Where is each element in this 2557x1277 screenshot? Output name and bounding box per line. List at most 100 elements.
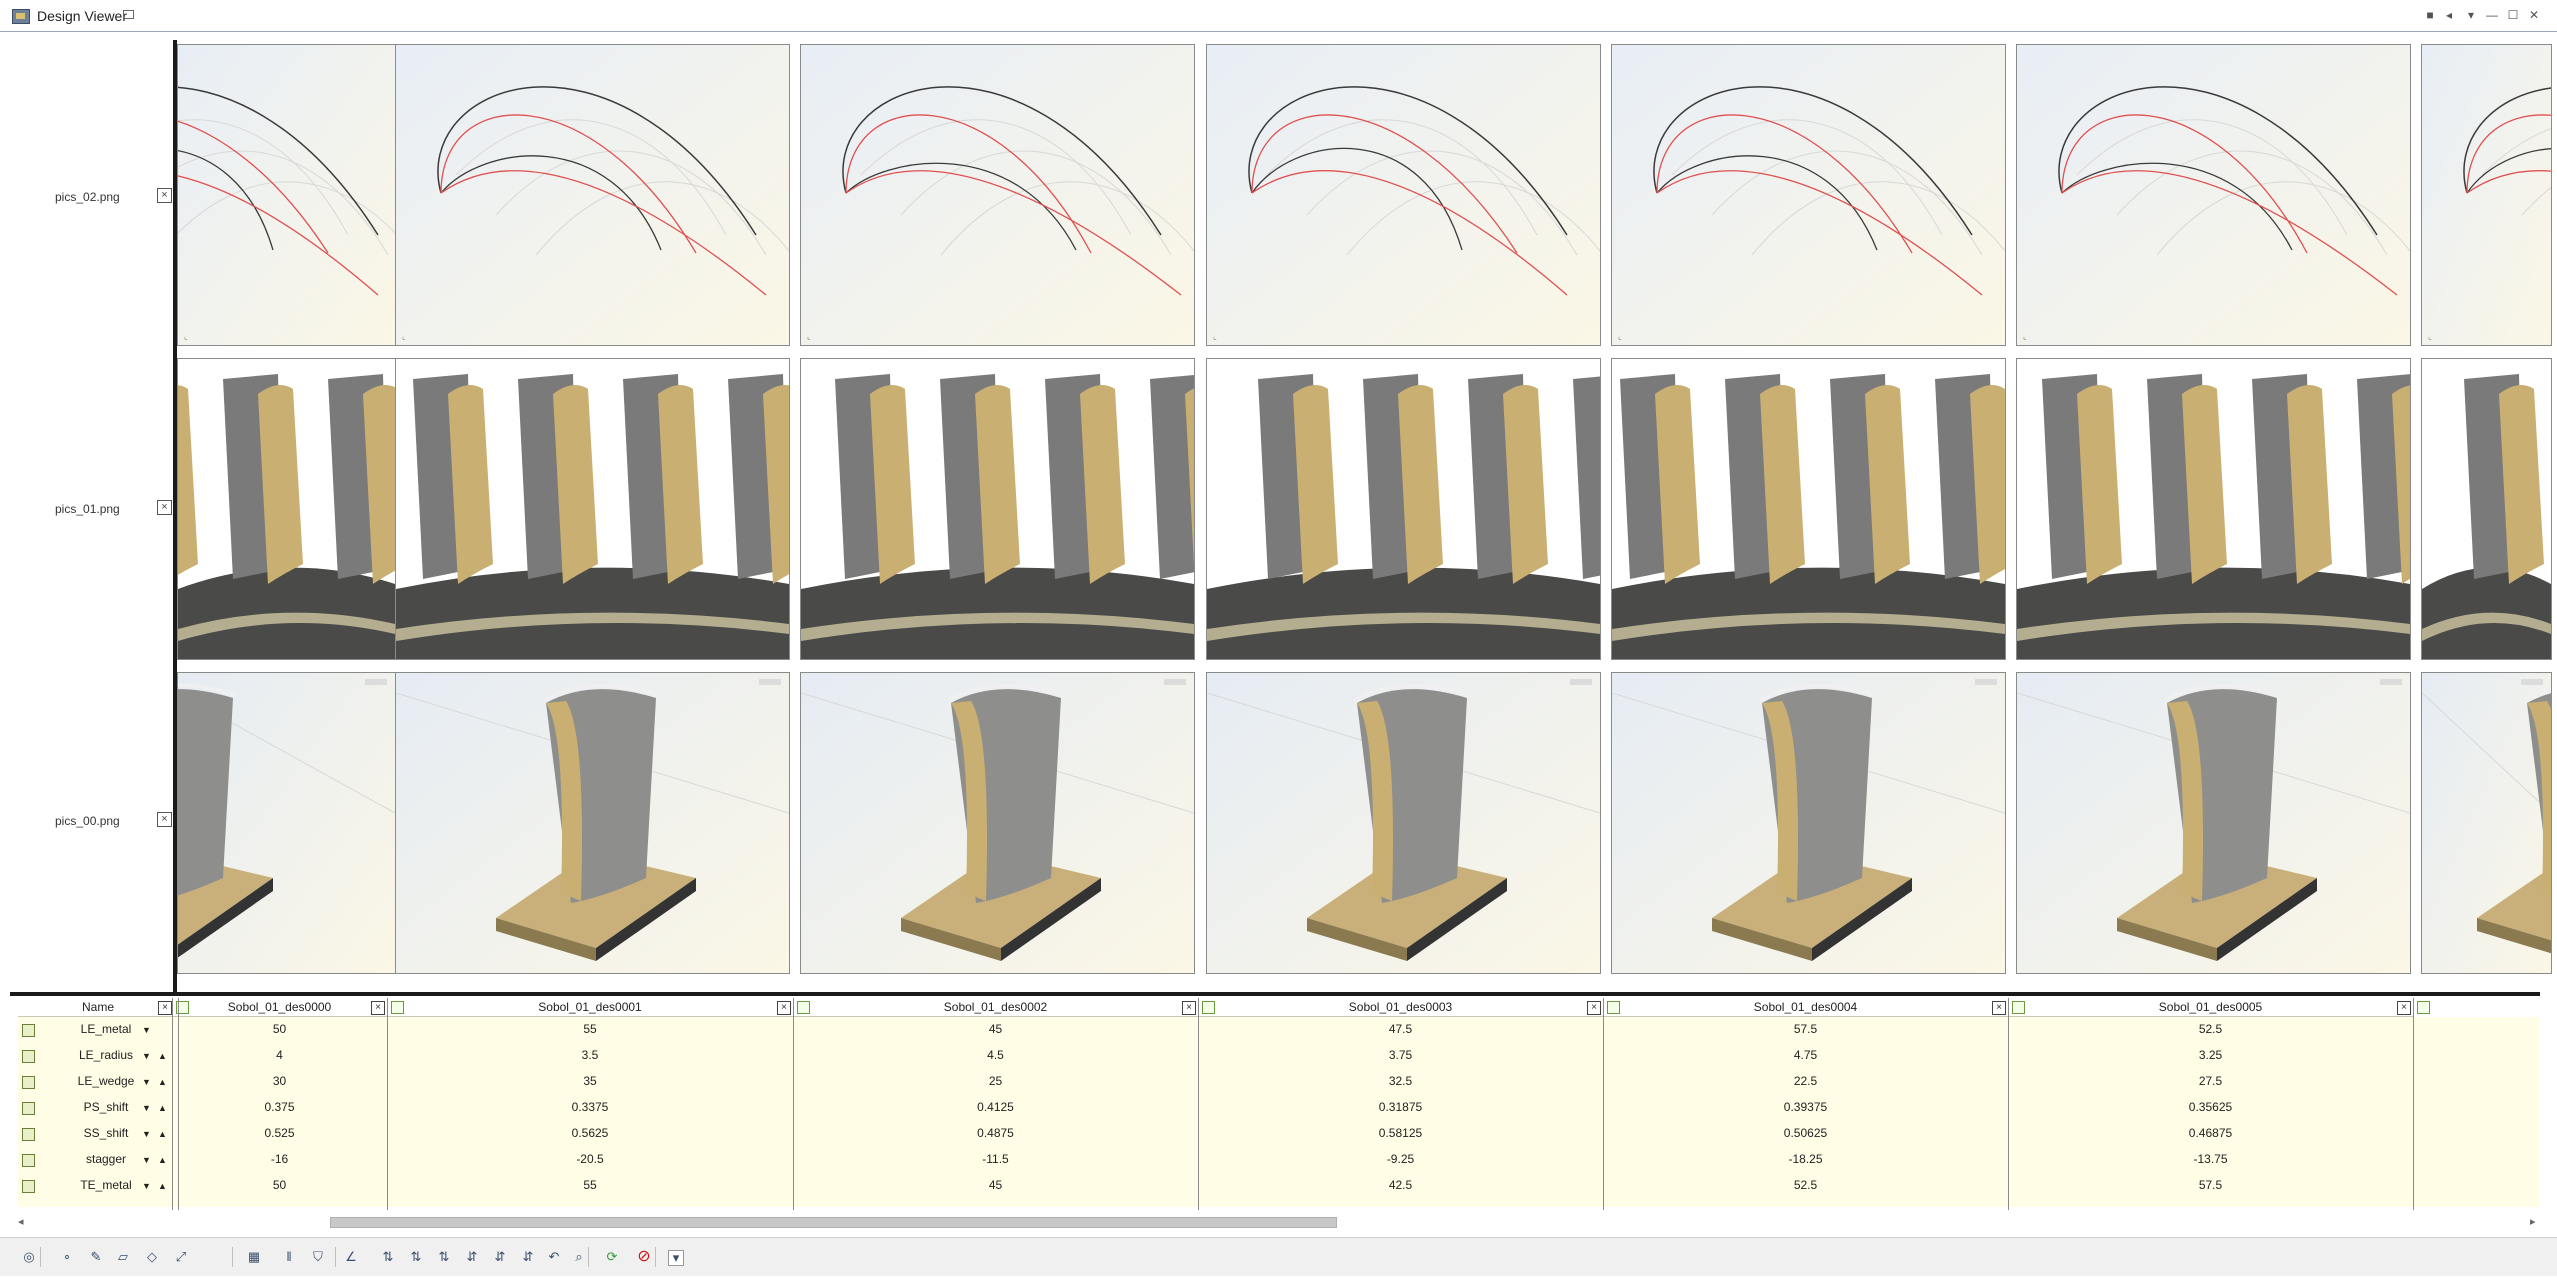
undo-icon[interactable]: ↶ <box>545 1248 563 1266</box>
thumbnail-blade[interactable] <box>1206 672 1601 974</box>
curve-icon[interactable]: ⤢ <box>172 1248 190 1266</box>
sort-down-icon[interactable]: ▼ <box>142 1181 151 1191</box>
thumbnail-cascade[interactable] <box>1206 358 1601 660</box>
thumbnail-profile[interactable]: ⌞ <box>2421 44 2552 346</box>
remove-name-column-icon[interactable]: × <box>158 1001 172 1015</box>
remove-row-icon[interactable]: × <box>157 500 172 515</box>
zoom-icon[interactable]: ⌕ <box>570 1248 588 1266</box>
remove-column-icon[interactable]: × <box>2397 1001 2411 1015</box>
sort-y3-icon[interactable]: ⇵ <box>519 1248 537 1266</box>
sort-x2-icon[interactable]: ⇅ <box>407 1248 425 1266</box>
table-cell[interactable]: 45 <box>793 1173 1198 1198</box>
column-select-checkbox[interactable] <box>1202 1001 1215 1014</box>
sort-down-icon[interactable]: ▼ <box>142 1025 151 1035</box>
table-cell[interactable]: 50 <box>172 1173 387 1198</box>
float-window-icon[interactable] <box>123 10 134 19</box>
table-cell[interactable]: 0.46875 <box>2008 1121 2413 1146</box>
table-cell[interactable]: -18.25 <box>1603 1147 2008 1172</box>
sort-up-icon[interactable]: ▲ <box>158 1155 167 1165</box>
column-select-checkbox[interactable] <box>2012 1001 2025 1014</box>
table-cell[interactable]: -13.75 <box>2008 1147 2413 1172</box>
thumbnail-cascade[interactable] <box>177 358 396 660</box>
thumbnail-profile[interactable]: ⌞ <box>395 44 790 346</box>
column-header[interactable]: Sobol_01_des0000 <box>172 998 387 1017</box>
thumbnail-profile[interactable]: ⌞ <box>2016 44 2411 346</box>
table-cell[interactable]: 4.75 <box>1603 1043 2008 1068</box>
table-cell[interactable]: 4 <box>172 1043 387 1068</box>
table-cell[interactable]: 57.5 <box>1603 1017 2008 1042</box>
column-select-checkbox[interactable] <box>391 1001 404 1014</box>
sort-up-icon[interactable]: ▲ <box>158 1077 167 1087</box>
table-cell[interactable]: 57.5 <box>2008 1173 2413 1198</box>
thumbnail-profile[interactable]: ⌞ <box>1206 44 1601 346</box>
thumbnail-blade[interactable] <box>395 672 790 974</box>
dropdown-icon[interactable]: ▾ <box>2462 6 2480 24</box>
sort-x1-icon[interactable]: ⇅ <box>379 1248 397 1266</box>
column-header[interactable]: Sobol_01_des0001 <box>387 998 793 1017</box>
thumbnail-blade[interactable] <box>2421 672 2552 974</box>
scrollbar-thumb[interactable] <box>330 1217 1337 1228</box>
sort-y1-icon[interactable]: ⇵ <box>463 1248 481 1266</box>
table-cell[interactable]: 0.39375 <box>1603 1095 2008 1120</box>
table-cell[interactable]: 47.5 <box>1198 1017 1603 1042</box>
table-cell[interactable]: -16 <box>172 1147 387 1172</box>
table-cell[interactable]: 52.5 <box>1603 1173 2008 1198</box>
table-cell[interactable]: 22.5 <box>1603 1069 2008 1094</box>
refresh-icon[interactable]: ⟳ <box>603 1248 621 1266</box>
table-cell[interactable]: -20.5 <box>387 1147 793 1172</box>
horizontal-scrollbar[interactable]: ◂ ▸ <box>10 1213 2550 1231</box>
table-cell[interactable]: 3.25 <box>2008 1043 2413 1068</box>
table-cell[interactable]: 52.5 <box>2008 1017 2413 1042</box>
table-cell[interactable]: 3.75 <box>1198 1043 1603 1068</box>
table-cell[interactable]: 32.5 <box>1198 1069 1603 1094</box>
thumbnail-blade[interactable] <box>2016 672 2411 974</box>
remove-column-icon[interactable]: × <box>371 1001 385 1015</box>
sort-down-icon[interactable]: ▼ <box>142 1051 151 1061</box>
remove-row-icon[interactable]: × <box>157 188 172 203</box>
column-header[interactable]: Sobol_01_des0005 <box>2008 998 2413 1017</box>
stop-icon[interactable]: ⊘ <box>635 1248 653 1266</box>
column-divider[interactable] <box>2413 998 2414 1210</box>
table-cell[interactable]: 55 <box>387 1173 793 1198</box>
more-icon[interactable]: ▾ <box>668 1250 684 1266</box>
pencil-icon[interactable]: ✎ <box>87 1248 105 1266</box>
thumbnail-blade[interactable] <box>800 672 1195 974</box>
settings-icon[interactable]: ◎ <box>20 1248 38 1266</box>
column-header[interactable]: Sobol_01_des0003 <box>1198 998 1603 1017</box>
table-cell[interactable]: 30 <box>172 1069 387 1094</box>
thumbnail-blade[interactable] <box>1611 672 2006 974</box>
thumbnail-blade[interactable] <box>177 672 396 974</box>
thumbnail-profile[interactable]: ⌞ <box>800 44 1195 346</box>
table-cell[interactable]: 0.4125 <box>793 1095 1198 1120</box>
thumbnail-profile[interactable]: ⌞ <box>1611 44 2006 346</box>
table-cell[interactable]: -9.25 <box>1198 1147 1603 1172</box>
shape-icon[interactable]: ⛉ <box>309 1248 327 1266</box>
thumbnail-cascade[interactable] <box>2016 358 2411 660</box>
thumbnail-cascade[interactable] <box>395 358 790 660</box>
table-cell[interactable]: 0.50625 <box>1603 1121 2008 1146</box>
thumbnail-cascade[interactable] <box>2421 358 2552 660</box>
maximize-icon[interactable]: ☐ <box>2504 6 2522 24</box>
sort-up-icon[interactable]: ▲ <box>158 1129 167 1139</box>
remove-column-icon[interactable]: × <box>1992 1001 2006 1015</box>
thumbnail-cascade[interactable] <box>800 358 1195 660</box>
table-cell[interactable]: 27.5 <box>2008 1069 2413 1094</box>
table-cell[interactable]: 4.5 <box>793 1043 1198 1068</box>
table-cell[interactable]: 0.5625 <box>387 1121 793 1146</box>
stop-icon[interactable]: ■ <box>2421 6 2439 24</box>
minimize-icon[interactable]: — <box>2483 6 2501 24</box>
grid-icon[interactable]: ▦ <box>245 1248 263 1266</box>
horizontal-splitter[interactable] <box>10 992 2540 996</box>
surface-icon[interactable]: ▱ <box>114 1248 132 1266</box>
table-cell[interactable]: 25 <box>793 1069 1198 1094</box>
column-select-checkbox[interactable] <box>1607 1001 1620 1014</box>
sort-down-icon[interactable]: ▼ <box>142 1129 151 1139</box>
table-cell[interactable]: 50 <box>172 1017 387 1042</box>
remove-column-icon[interactable]: × <box>777 1001 791 1015</box>
remove-column-icon[interactable]: × <box>1587 1001 1601 1015</box>
scroll-left-icon[interactable]: ◂ <box>18 1215 24 1228</box>
table-cell[interactable]: 0.4875 <box>793 1121 1198 1146</box>
sort-x3-icon[interactable]: ⇅ <box>435 1248 453 1266</box>
table-cell[interactable]: 0.525 <box>172 1121 387 1146</box>
solid-icon[interactable]: ◇ <box>143 1248 161 1266</box>
